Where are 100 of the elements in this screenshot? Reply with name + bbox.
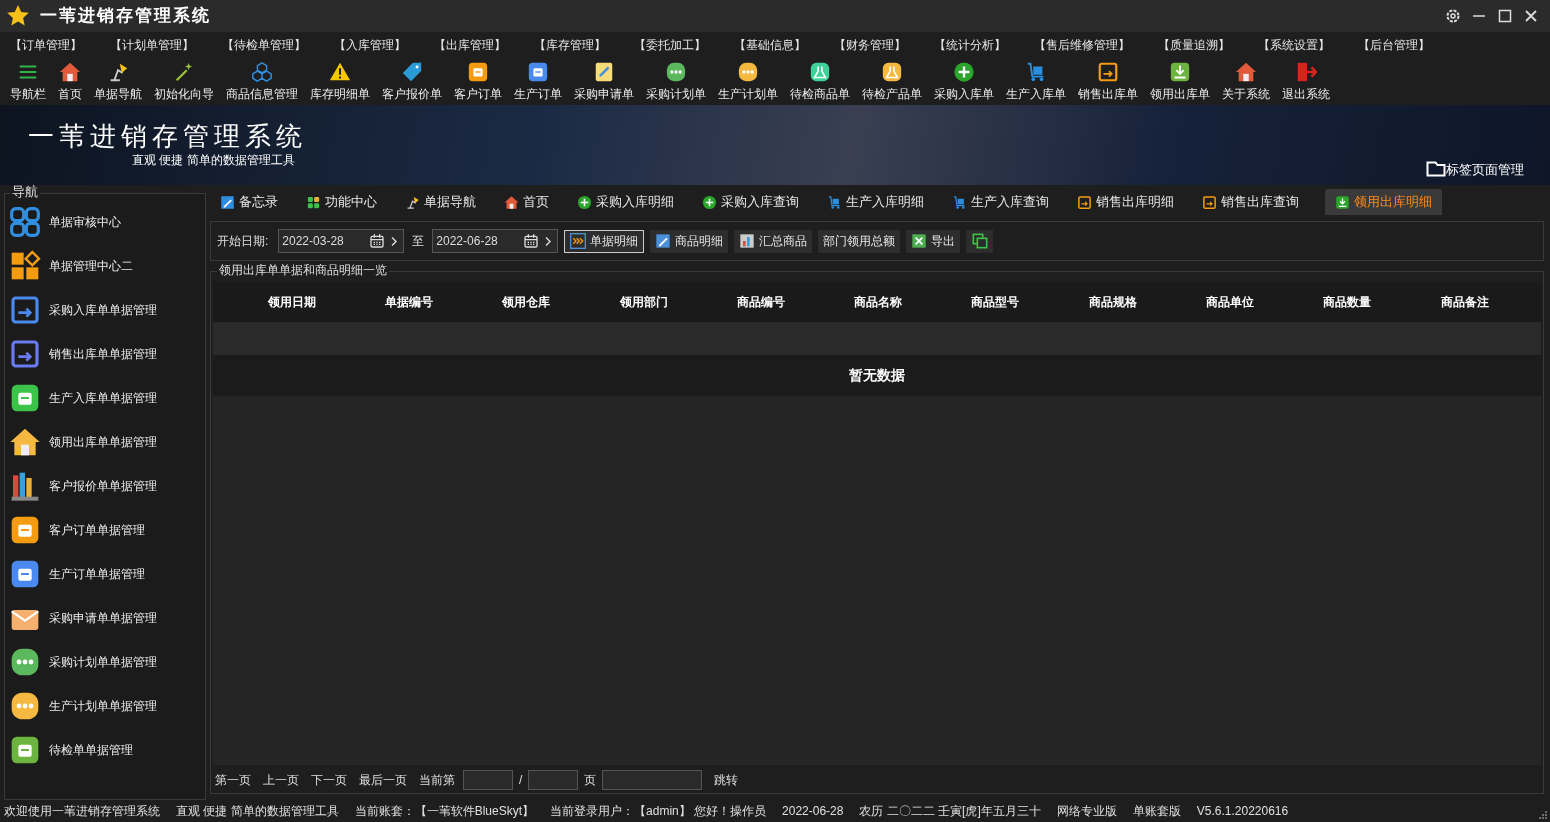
- status-text: 农历 二〇二二 壬寅[虎]年五月三十: [859, 803, 1041, 820]
- toolbar-button[interactable]: 待检商品单: [784, 57, 856, 103]
- filter-button[interactable]: 商品明细: [650, 229, 729, 253]
- toolbar-button[interactable]: 采购入库单: [928, 57, 1000, 103]
- toolbar-button[interactable]: 采购申请单: [568, 57, 640, 103]
- tab[interactable]: 生产入库明细: [825, 189, 926, 215]
- menu-item[interactable]: 【计划单管理】: [110, 35, 194, 54]
- tab[interactable]: 生产入库查询: [950, 189, 1051, 215]
- toolbar-button[interactable]: 客户订单: [448, 57, 508, 103]
- banner-subtitle: 直观 便捷 简单的数据管理工具: [132, 152, 296, 169]
- toolbar-button[interactable]: 生产订单: [508, 57, 568, 103]
- sidebar-item[interactable]: 待检单单据管理: [5, 728, 205, 772]
- sidebar-item[interactable]: 单据审核中心: [5, 200, 205, 244]
- house-icon: [59, 61, 81, 83]
- status-text: 直观 便捷 简单的数据管理工具: [176, 803, 339, 820]
- toolbar-button[interactable]: 销售出库单: [1072, 57, 1144, 103]
- menu-item[interactable]: 【后台管理】: [1358, 35, 1430, 54]
- pager-link[interactable]: 下一页: [311, 771, 347, 789]
- house-icon: [504, 194, 519, 210]
- status-text: 网络专业版: [1056, 803, 1117, 820]
- menu-item[interactable]: 【待检单管理】: [222, 35, 306, 54]
- sidebar-item[interactable]: 采购入库单单据管理: [5, 288, 205, 332]
- column-header: 领用日期: [266, 294, 317, 311]
- menu-item[interactable]: 【统计分析】: [934, 35, 1006, 54]
- toolbar-button[interactable]: 领用出库单: [1144, 57, 1216, 103]
- sidebar-item[interactable]: 生产计划单单据管理: [5, 684, 205, 728]
- tab[interactable]: 销售出库查询: [1200, 189, 1301, 215]
- resize-grip-icon: [1538, 810, 1548, 820]
- sidebar-item[interactable]: 生产订单单据管理: [5, 552, 205, 596]
- toolbar-button[interactable]: 首页: [52, 57, 88, 103]
- tab[interactable]: 单据导航: [403, 189, 478, 215]
- tab[interactable]: 备忘录: [218, 189, 280, 215]
- sidebar-item[interactable]: 单据管理中心二: [5, 244, 205, 288]
- tab[interactable]: 采购入库明细: [575, 189, 676, 215]
- document-icon: [467, 61, 489, 83]
- dots-icon: [9, 646, 41, 678]
- pager-link[interactable]: 上一页: [263, 771, 299, 789]
- tab[interactable]: 采购入库查询: [700, 189, 801, 215]
- toolbar-button[interactable]: 初始化向导: [148, 57, 220, 103]
- sidebar-item[interactable]: 客户报价单单据管理: [5, 464, 205, 508]
- toolbar-button[interactable]: 采购计划单: [640, 57, 712, 103]
- cart-icon: [952, 194, 967, 210]
- menu-item[interactable]: 【库存管理】: [534, 35, 606, 54]
- tab[interactable]: 领用出库明细: [1325, 189, 1442, 215]
- jump-input[interactable]: [602, 770, 703, 790]
- menu-item[interactable]: 【委托加工】: [634, 35, 706, 54]
- plus-icon: [953, 61, 975, 83]
- calendar-icon: [369, 233, 386, 249]
- date-field[interactable]: 2022-06-28: [432, 229, 559, 253]
- document-icon: [9, 382, 41, 414]
- toolbar-button[interactable]: 客户报价单: [376, 57, 448, 103]
- document-icon: [9, 558, 41, 590]
- toolbar-button[interactable]: 待检产品单: [856, 57, 928, 103]
- menu-item[interactable]: 【售后维修管理】: [1034, 35, 1130, 54]
- sidebar-item[interactable]: 生产入库单单据管理: [5, 376, 205, 420]
- menu-item[interactable]: 【质量追溯】: [1158, 35, 1230, 54]
- toolbar-button[interactable]: 关于系统: [1216, 57, 1276, 103]
- status-text: 单账套版: [1132, 803, 1181, 820]
- menu-item[interactable]: 【入库管理】: [334, 35, 406, 54]
- toolbar-button[interactable]: 单据导航: [88, 57, 148, 103]
- date-field[interactable]: 2022-03-28: [278, 229, 405, 253]
- toolbar-button[interactable]: 生产入库单: [1000, 57, 1072, 103]
- filter-button[interactable]: 汇总商品: [734, 229, 813, 253]
- page-input[interactable]: [463, 770, 513, 790]
- sidebar-item[interactable]: 采购申请单单据管理: [5, 596, 205, 640]
- jump-button[interactable]: 跳转: [714, 771, 739, 789]
- toolbar-button[interactable]: 退出系统: [1276, 57, 1336, 103]
- tab-manager-button[interactable]: 标签页面管理: [1426, 159, 1524, 179]
- pager-link[interactable]: 最后一页: [359, 771, 407, 789]
- column-header: 商品名称: [853, 294, 904, 311]
- menu-item[interactable]: 【出库管理】: [434, 35, 506, 54]
- filter-button[interactable]: 单据明细: [564, 229, 645, 253]
- toolbar-button[interactable]: 生产计划单: [712, 57, 784, 103]
- grid-icon: [9, 206, 41, 238]
- toolbar-button[interactable]: 库存明细单: [304, 57, 376, 103]
- filter-button[interactable]: 部门领用总额: [818, 229, 901, 253]
- copy-button[interactable]: [966, 229, 994, 253]
- current-page-label: 当前第: [419, 772, 455, 789]
- sidebar-item[interactable]: 采购计划单单据管理: [5, 640, 205, 684]
- download-icon: [1169, 61, 1191, 83]
- toolbar-button[interactable]: 导航栏: [4, 57, 52, 103]
- sidebar-item[interactable]: 客户订单单据管理: [5, 508, 205, 552]
- tab[interactable]: 销售出库明细: [1075, 189, 1176, 215]
- filter-button[interactable]: 导出: [906, 229, 961, 253]
- toolbar-button[interactable]: 商品信息管理: [220, 57, 304, 103]
- slash-text: /: [519, 772, 523, 789]
- menu-item[interactable]: 【系统设置】: [1258, 35, 1330, 54]
- sidebar-item[interactable]: 领用出库单单据管理: [5, 420, 205, 464]
- tab[interactable]: 功能中心: [304, 189, 379, 215]
- menu-item[interactable]: 【财务管理】: [834, 35, 906, 54]
- star-icon: [6, 4, 30, 28]
- sidebar-item[interactable]: 销售出库单单据管理: [5, 332, 205, 376]
- pager-link[interactable]: 第一页: [215, 771, 251, 789]
- status-text: 欢迎使用一苇进销存管理系统: [4, 803, 160, 820]
- menu-item[interactable]: 【基础信息】: [734, 35, 806, 54]
- menu-item[interactable]: 【订单管理】: [10, 35, 82, 54]
- books-icon: [9, 470, 41, 502]
- total-pages-input[interactable]: [528, 770, 579, 790]
- plus-icon: [577, 194, 592, 210]
- tab[interactable]: 首页: [502, 189, 551, 215]
